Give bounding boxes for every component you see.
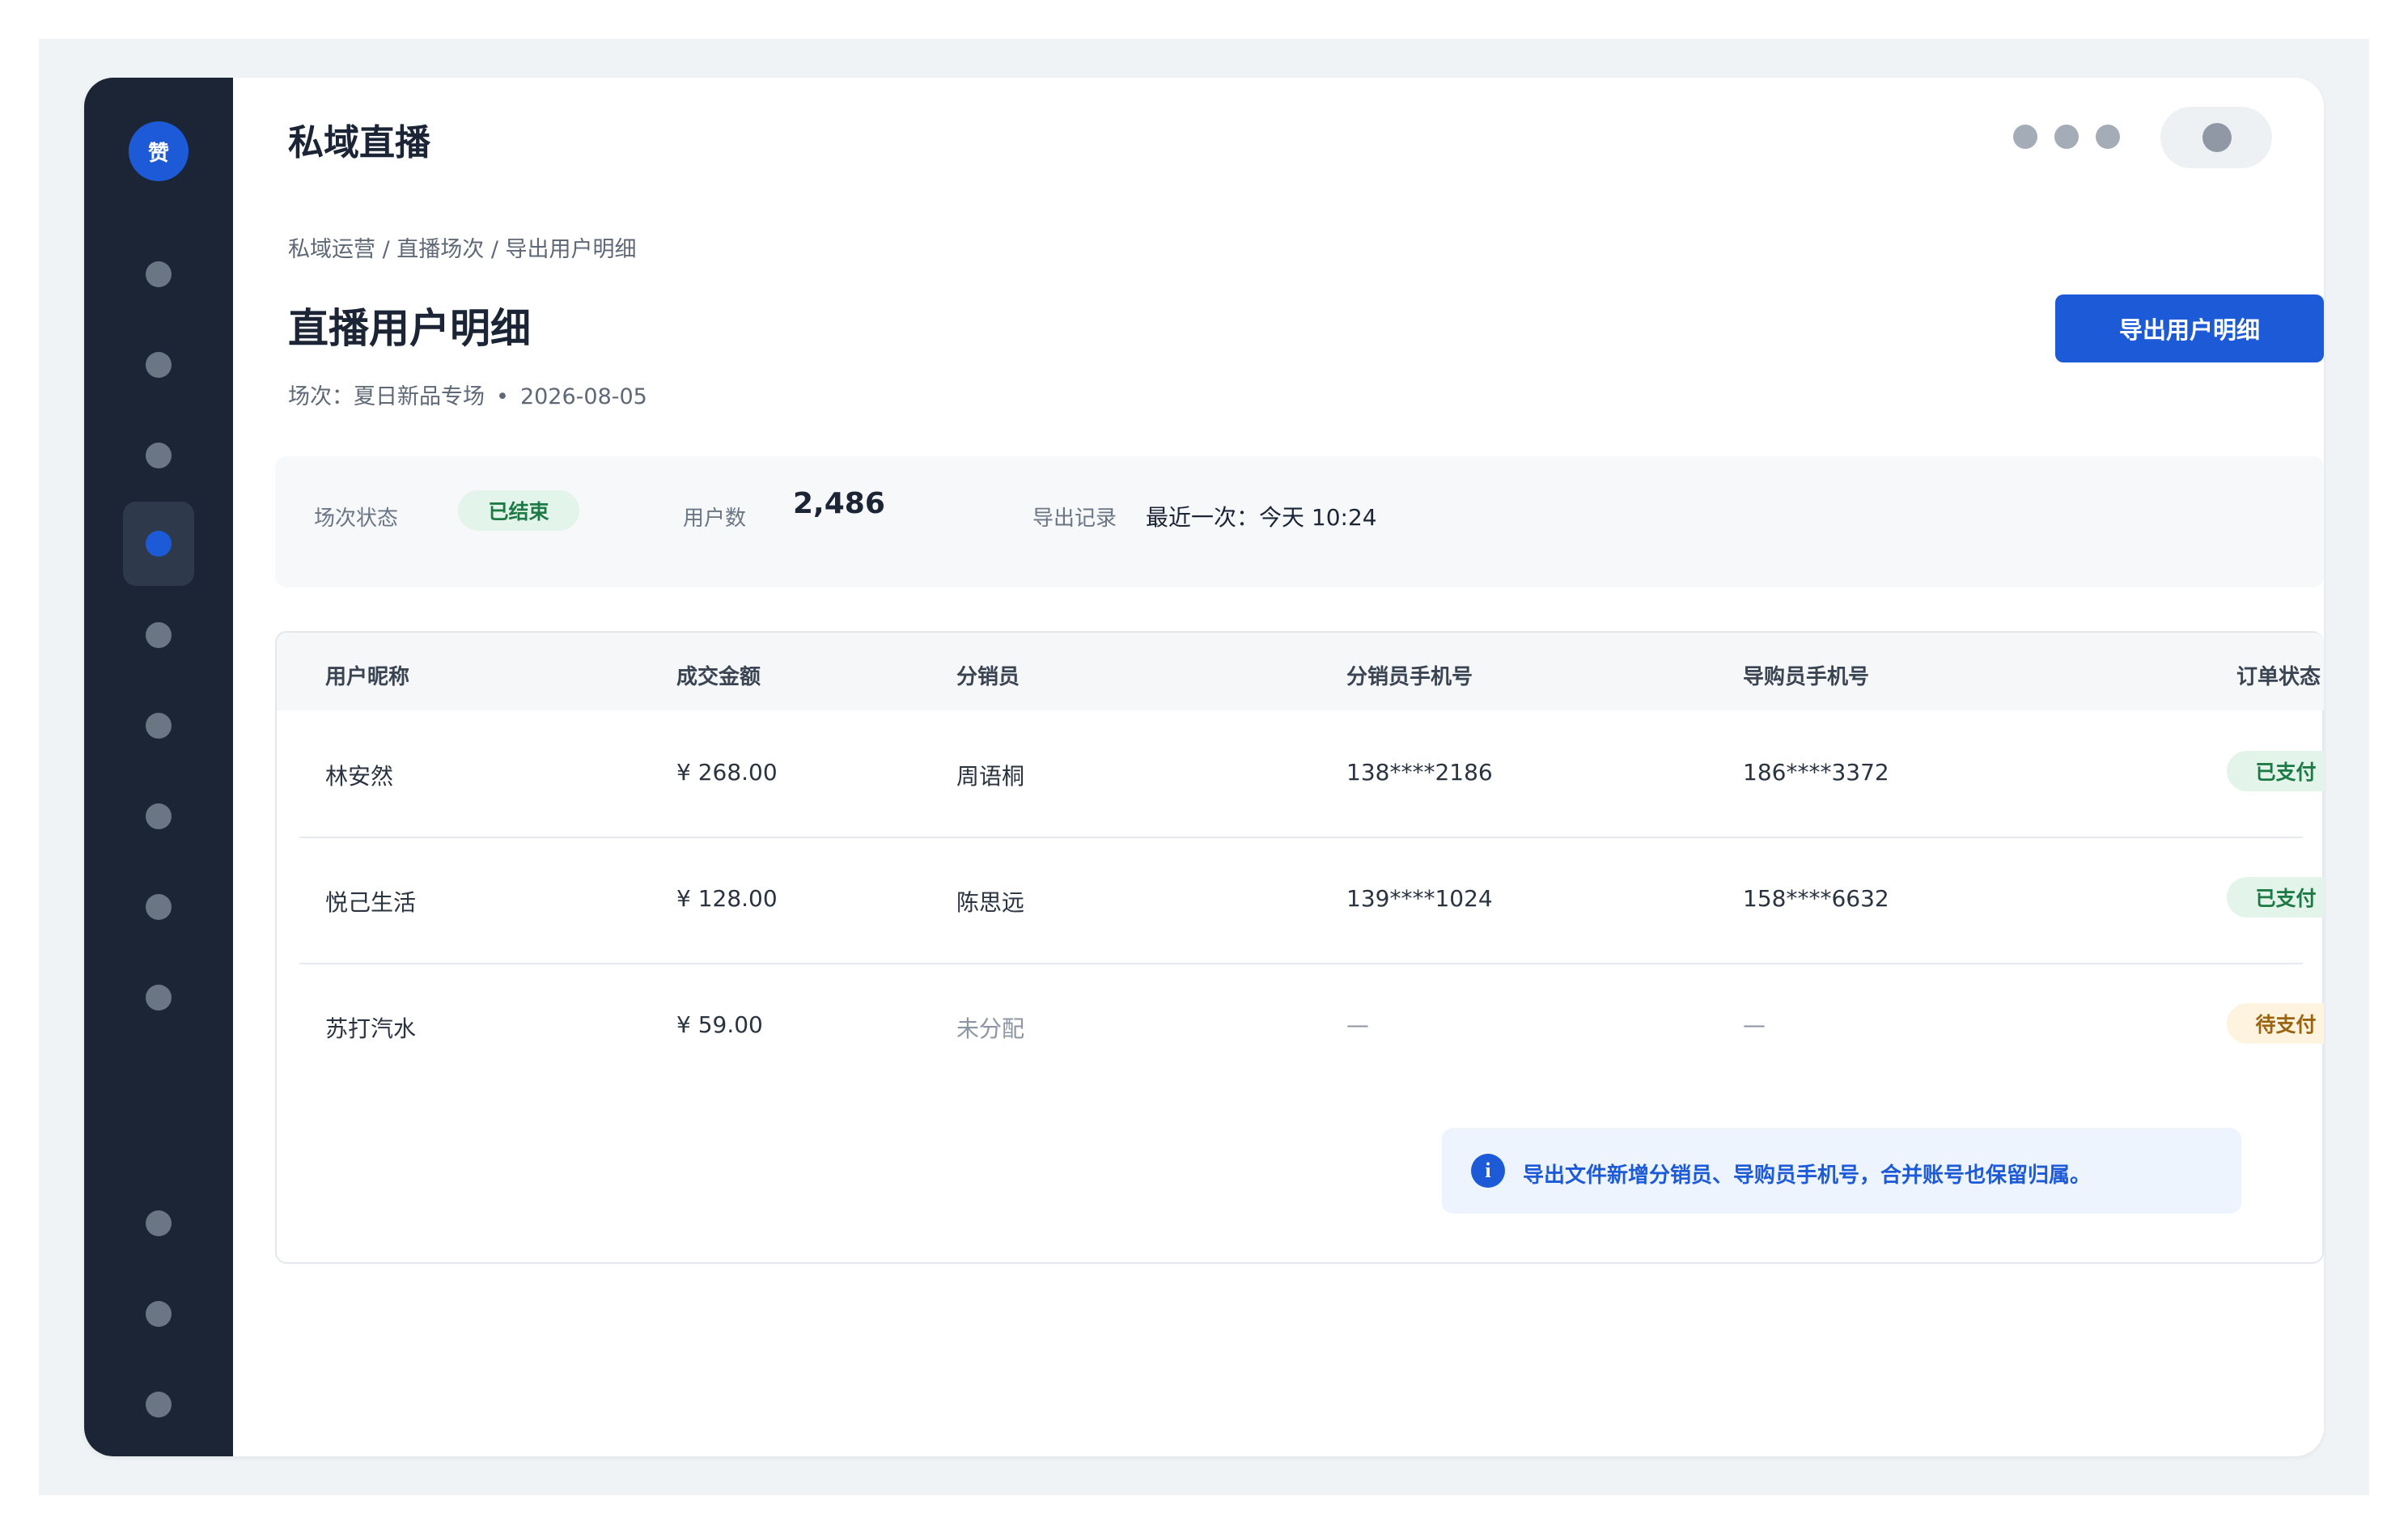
app-window: 赞 私域直播 私域运营 / 直播场次 / 导出用户明细 直播用户明细 场次：夏日…: [84, 78, 2324, 1456]
cell-distributor-phone: 139****1024: [1346, 885, 1493, 912]
status-badge: 待支付: [2227, 1003, 2324, 1044]
cell-distributor: 陈思远: [956, 889, 1025, 916]
table-row[interactable]: 悦己生活 ¥ 128.00 陈思远 139****1024 158****663…: [299, 837, 2324, 964]
users-count: 2,486: [793, 487, 885, 520]
cell-amount: ¥ 59.00: [676, 1011, 763, 1038]
breadcrumb[interactable]: 私域运营 / 直播场次 / 导出用户明细: [288, 231, 637, 263]
user-table: 用户昵称 成交金额 分销员 分销员手机号 导购员手机号 订单状态 林安然 ¥ 2…: [275, 631, 2324, 1264]
nav-item-live-active-icon[interactable]: [146, 531, 172, 557]
cell-guide-phone: 158****6632: [1743, 885, 1889, 912]
column-header-order-status[interactable]: 订单状态: [2236, 660, 2321, 690]
session-separator: •: [496, 384, 509, 409]
nav-item-bottom-3[interactable]: [146, 1392, 172, 1417]
nav-item-8[interactable]: [146, 894, 172, 920]
status-badge: 已支付: [2227, 877, 2324, 917]
cell-amount: ¥ 128.00: [676, 885, 778, 912]
export-notice: i 导出文件新增分销员、导购员手机号，合并账号也保留归属。: [1442, 1128, 2241, 1214]
status-badge: 已结束: [458, 490, 579, 531]
nav-item-6[interactable]: [146, 713, 172, 739]
session-date: 2026-08-05: [519, 384, 647, 409]
nav-item-2[interactable]: [146, 352, 172, 378]
avatar: [2202, 123, 2232, 152]
page-title: 直播用户明细: [288, 305, 531, 352]
status-badge: 已支付: [2227, 751, 2324, 791]
nav-item-5[interactable]: [146, 622, 172, 648]
cell-distributor: 未分配: [956, 1015, 1025, 1042]
info-icon: i: [1471, 1154, 1505, 1188]
column-header-distributor-phone[interactable]: 分销员手机号: [1346, 660, 1473, 690]
table-row[interactable]: 苏打汽水 ¥ 59.00 未分配 — — 待支付: [299, 963, 2324, 1089]
column-header-distributor[interactable]: 分销员: [956, 660, 1020, 690]
cell-guide-phone: 186****3372: [1743, 759, 1889, 786]
cell-distributor: 周语桐: [956, 763, 1025, 790]
export-record-value: 最近一次：今天 10:24: [1146, 504, 1377, 531]
export-record-label: 导出记录: [1032, 506, 1117, 531]
app-title: 私域直播: [288, 122, 430, 163]
session-prefix: 场次：: [288, 384, 354, 409]
cell-distributor-phone: —: [1346, 1011, 1369, 1038]
column-header-guide-phone[interactable]: 导购员手机号: [1743, 660, 1869, 690]
cell-nickname: 苏打汽水: [325, 1015, 417, 1042]
table-row[interactable]: 林安然 ¥ 268.00 周语桐 138****2186 186****3372…: [299, 710, 2324, 838]
nav-item-9[interactable]: [146, 985, 172, 1011]
users-label: 用户数: [683, 506, 747, 531]
sidebar: 赞: [84, 78, 233, 1456]
cell-amount: ¥ 268.00: [676, 759, 778, 786]
cell-nickname: 悦己生活: [325, 889, 417, 916]
user-toggle[interactable]: [2160, 107, 2272, 168]
nav-item-bottom-2[interactable]: [146, 1301, 172, 1327]
session-name: 夏日新品专场: [354, 384, 485, 409]
notice-text: 导出文件新增分销员、导购员手机号，合并账号也保留归属。: [1523, 1163, 2092, 1188]
nav-item-3[interactable]: [146, 443, 172, 468]
summary-bar: 场次状态 已结束 用户数 2,486 导出记录 最近一次：今天 10:24: [275, 456, 2324, 587]
nav-item-1[interactable]: [146, 261, 172, 287]
nav-item-bottom-1[interactable]: [146, 1210, 172, 1236]
cell-guide-phone: —: [1743, 1011, 1766, 1038]
export-user-details-button[interactable]: 导出用户明细: [2055, 295, 2324, 362]
window-dot-icon[interactable]: [2054, 125, 2079, 149]
app-logo[interactable]: 赞: [129, 121, 189, 181]
nav-item-7[interactable]: [146, 803, 172, 829]
window-dot-icon[interactable]: [2013, 125, 2037, 149]
status-label: 场次状态: [314, 506, 399, 531]
cell-distributor-phone: 138****2186: [1346, 759, 1493, 786]
session-info: 场次：夏日新品专场 • 2026-08-05: [288, 379, 647, 410]
cell-nickname: 林安然: [325, 763, 394, 790]
window-dot-icon[interactable]: [2096, 125, 2120, 149]
column-header-nickname[interactable]: 用户昵称: [325, 660, 409, 690]
table-header: 用户昵称 成交金额 分销员 分销员手机号 导购员手机号 订单状态: [277, 633, 2324, 710]
column-header-amount[interactable]: 成交金额: [676, 660, 761, 690]
